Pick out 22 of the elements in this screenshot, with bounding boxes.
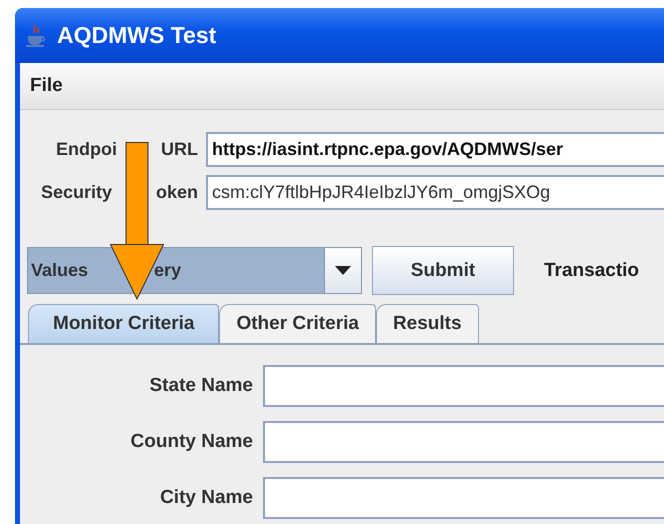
field-label: Endpoi [56, 139, 117, 160]
tab[interactable]: Monitor Criteria [28, 304, 220, 343]
text-field[interactable] [263, 421, 664, 463]
caret-icon [335, 266, 351, 275]
text-field[interactable]: csm:clY7ftlbHpJR4IeIbzlJY6m_omgjSXOg [206, 175, 664, 210]
field-label: oken [156, 182, 198, 203]
text-field[interactable] [263, 477, 664, 519]
field-label: State Name [148, 375, 253, 397]
window-title: AQDMWS Test [57, 22, 216, 49]
field-label: City Name [159, 487, 253, 509]
coffee-cup-icon [25, 24, 47, 48]
text-field[interactable]: https://iasint.rtpnc.epa.gov/AQDMWS/ser [206, 132, 664, 167]
field-label: Security [40, 182, 112, 203]
query-dropdown[interactable]: Values ery [27, 247, 362, 294]
transaction-label: Transactio [544, 260, 640, 282]
field-label: County Name [130, 431, 253, 453]
text-field[interactable] [263, 365, 664, 407]
submit-button[interactable]: Submit [372, 246, 514, 295]
tab[interactable]: Results [376, 304, 479, 343]
menu-item[interactable]: File [30, 75, 63, 97]
tab[interactable]: Other Criteria [219, 304, 376, 343]
field-label: URL [161, 139, 198, 160]
